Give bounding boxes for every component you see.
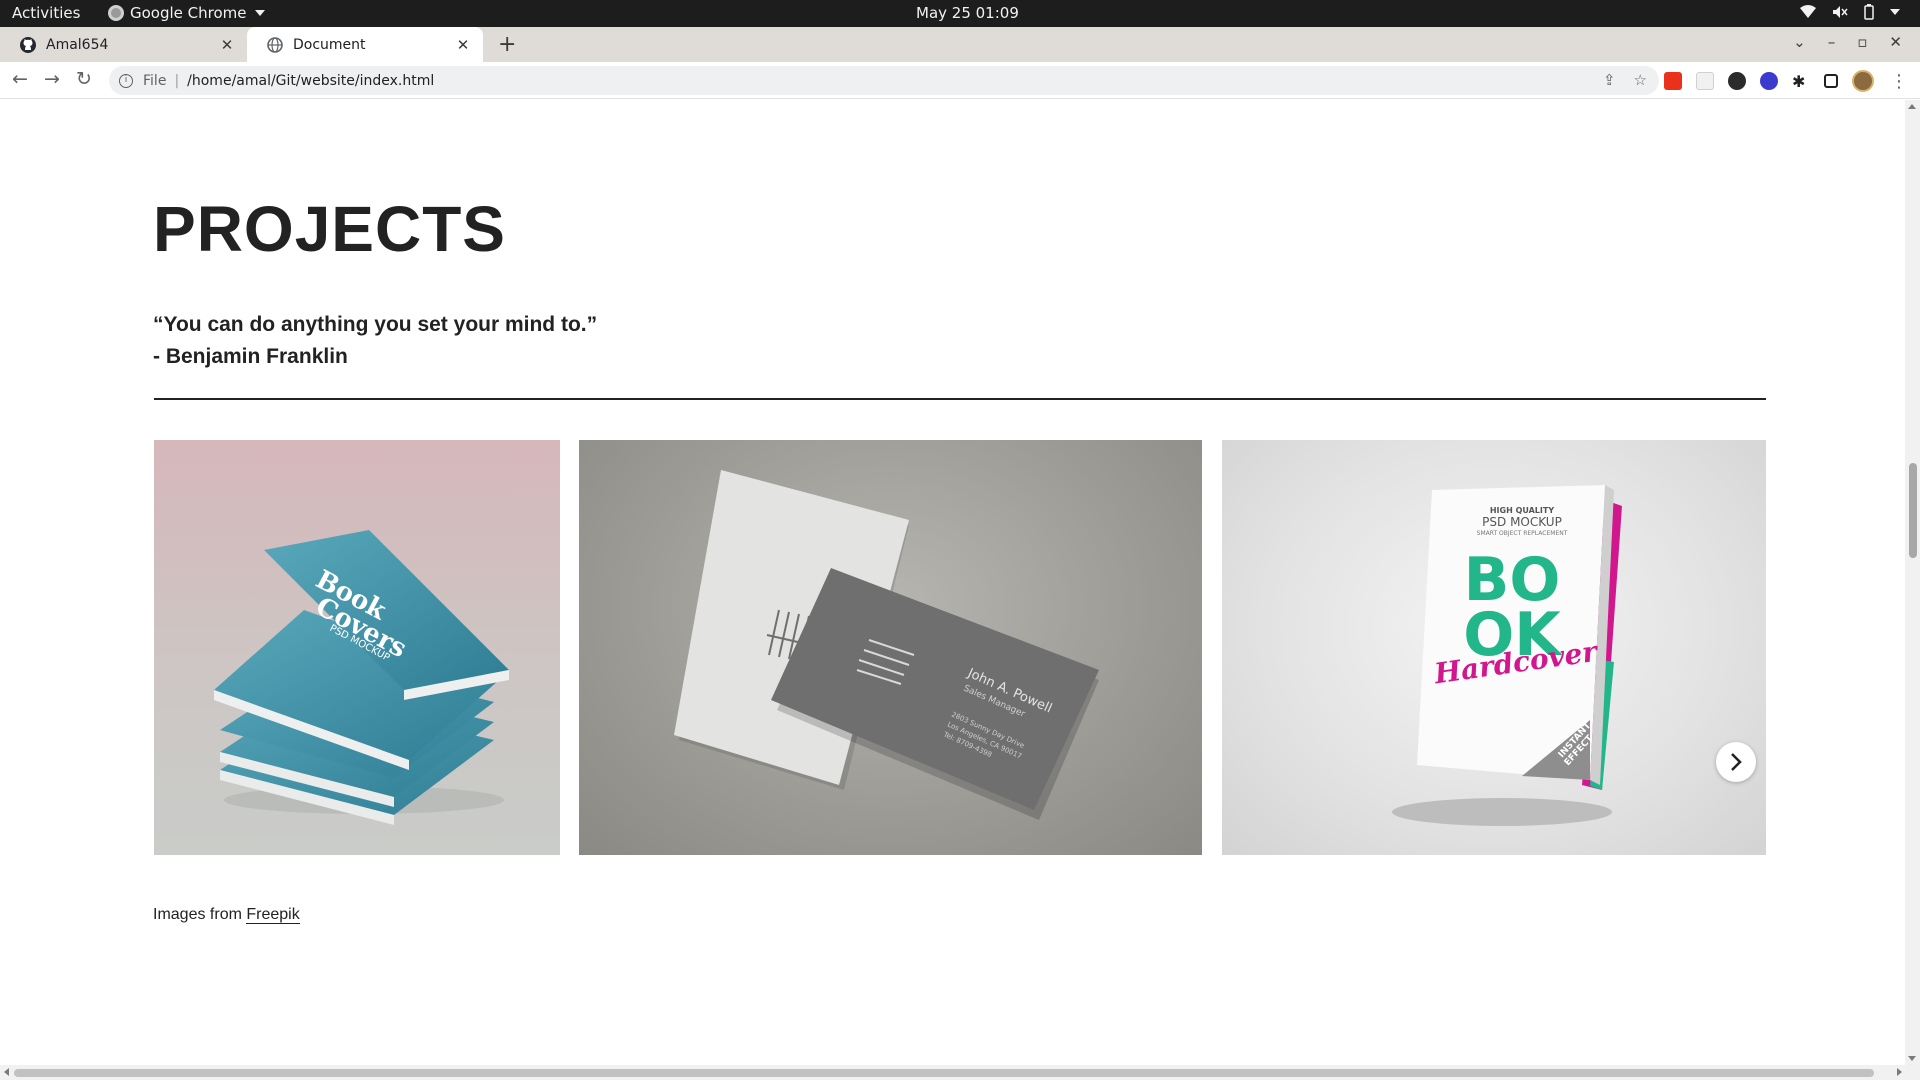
browser-toolbar: ← → ↻ i File | /home/amal/Git/website/in… — [0, 62, 1920, 99]
volume-muted-icon — [1833, 6, 1848, 18]
app-menu[interactable]: Google Chrome — [108, 4, 265, 22]
business-cards-mockup: John A. Powell Sales Manager 2803 Sunny … — [674, 470, 1099, 820]
extensions-area: ✱ ⋮ — [1664, 70, 1908, 92]
page-title: PROJECTS — [153, 193, 506, 265]
restore-icon[interactable]: ▫ — [1857, 33, 1867, 51]
scheme-label: File — [143, 72, 167, 89]
minimize-icon[interactable]: – — [1828, 33, 1836, 51]
side-panel-icon[interactable] — [1824, 74, 1838, 88]
close-window-icon[interactable]: ✕ — [1889, 33, 1902, 51]
menu-kebab-icon[interactable]: ⋮ — [1890, 71, 1908, 92]
github-icon — [20, 36, 36, 53]
close-tab-icon[interactable]: ✕ — [219, 36, 235, 54]
chrome-icon — [108, 5, 124, 21]
tab-search-icon[interactable]: ⌄ — [1793, 33, 1806, 51]
quote: “You can do anything you set your mind t… — [153, 309, 597, 373]
carousel-next-button[interactable] — [1716, 742, 1756, 782]
book-psd-mockup: PSD MOCKUP — [1482, 515, 1562, 529]
activities-button[interactable]: Activities — [12, 4, 80, 22]
chevron-right-icon — [1731, 753, 1742, 771]
tab-strip: Amal654 ✕ Document ✕ + ⌄ – ▫ ✕ — [0, 27, 1920, 62]
omnibox-divider: | — [174, 72, 180, 89]
image-credit: Images from Freepik — [153, 906, 300, 924]
quote-text: “You can do anything you set your mind t… — [153, 313, 598, 336]
tab-label: Document — [293, 36, 366, 53]
omnibox-actions: ⇪ ☆ — [1603, 71, 1647, 89]
share-icon[interactable]: ⇪ — [1603, 71, 1616, 89]
extensions-puzzle-icon[interactable]: ✱ — [1792, 72, 1810, 91]
bookmark-star-icon[interactable]: ☆ — [1634, 71, 1647, 89]
vertical-scroll-thumb[interactable] — [1909, 463, 1917, 558]
credit-prefix: Images from — [153, 906, 242, 923]
back-icon[interactable]: ← — [12, 68, 28, 90]
todoist-extension-icon[interactable] — [1664, 72, 1682, 90]
globe-icon — [267, 36, 283, 53]
divider — [154, 398, 1766, 400]
horizontal-scroll-thumb[interactable] — [14, 1069, 1874, 1077]
tab-amal654[interactable]: Amal654 ✕ — [0, 27, 247, 62]
system-top-bar: Activities Google Chrome May 25 01:09 — [0, 0, 1920, 27]
wifi-icon — [1800, 5, 1816, 18]
gallery-image-business-cards[interactable]: John A. Powell Sales Manager 2803 Sunny … — [579, 440, 1202, 855]
hardcover-book-mockup: HIGH QUALITY PSD MOCKUP SMART OBJECT REP… — [1392, 485, 1622, 826]
info-icon[interactable]: i — [119, 73, 133, 88]
book-covers-mockup: Book Covers PSD MOCKUP — [214, 530, 509, 825]
power-menu-caret-icon — [1890, 9, 1900, 15]
system-tray[interactable] — [1800, 4, 1900, 20]
clock[interactable]: May 25 01:09 — [916, 4, 1019, 22]
page-viewport: PROJECTS “You can do anything you set yo… — [0, 100, 1905, 1065]
window-controls: ⌄ – ▫ ✕ — [1793, 33, 1902, 51]
scroll-right-icon[interactable] — [1897, 1068, 1902, 1076]
address-bar[interactable]: i File | /home/amal/Git/website/index.ht… — [109, 66, 1659, 95]
book-high-quality: HIGH QUALITY — [1490, 506, 1554, 515]
forward-icon[interactable]: → — [44, 68, 60, 90]
close-tab-icon[interactable]: ✕ — [455, 36, 471, 54]
scroll-left-icon[interactable] — [4, 1068, 9, 1076]
tab-label: Amal654 — [46, 36, 109, 53]
reload-icon[interactable]: ↻ — [76, 68, 92, 90]
vpn-extension-icon[interactable] — [1760, 72, 1778, 90]
vertical-scrollbar[interactable] — [1905, 100, 1920, 1065]
openai-extension-icon[interactable] — [1728, 72, 1746, 90]
tab-document[interactable]: Document ✕ — [247, 27, 483, 62]
profile-avatar[interactable] — [1852, 70, 1874, 92]
book-smart-object: SMART OBJECT REPLACEMENT — [1477, 530, 1568, 537]
quote-author: - Benjamin Franklin — [153, 345, 348, 368]
new-tab-icon[interactable]: + — [498, 32, 516, 57]
freepik-link[interactable]: Freepik — [246, 906, 300, 924]
caret-down-icon — [254, 10, 265, 16]
url-text[interactable]: /home/amal/Git/website/index.html — [187, 73, 434, 89]
scroll-down-icon[interactable] — [1908, 1056, 1916, 1061]
gallery-image-book-covers[interactable]: Book Covers PSD MOCKUP — [154, 440, 560, 855]
battery-icon — [1864, 4, 1874, 20]
blank-extension-icon[interactable] — [1696, 72, 1714, 90]
gallery-image-hardcover-book[interactable]: HIGH QUALITY PSD MOCKUP SMART OBJECT REP… — [1222, 440, 1766, 855]
horizontal-scrollbar[interactable] — [0, 1065, 1920, 1080]
app-name: Google Chrome — [130, 4, 247, 22]
scroll-up-icon[interactable] — [1908, 104, 1916, 109]
